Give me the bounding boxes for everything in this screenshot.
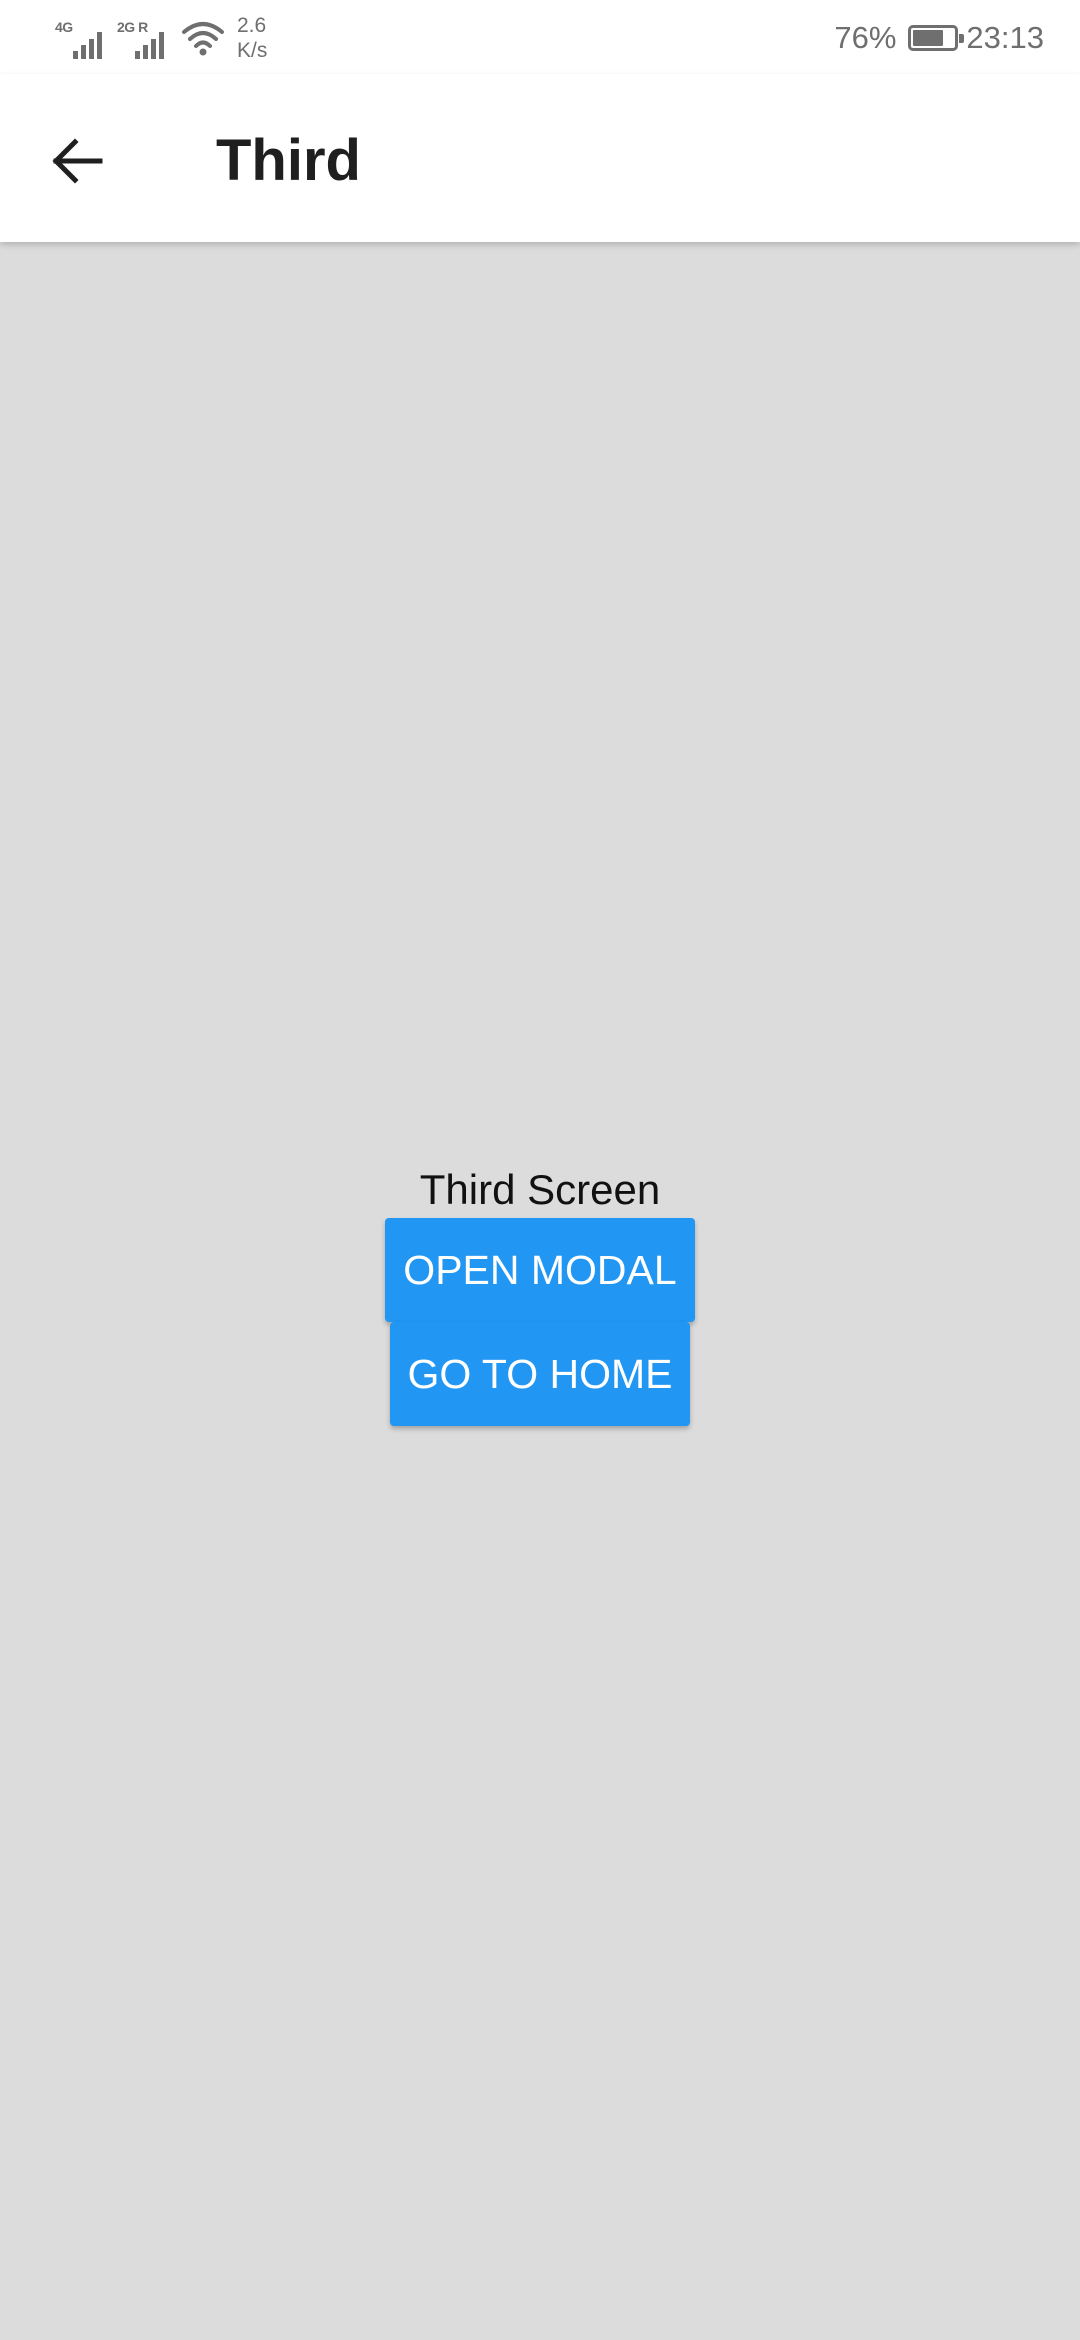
network-speed-value: 2.6 <box>237 14 267 37</box>
status-bar-left: 4G 2G R 2.6 K/s <box>55 10 267 66</box>
network-speed: 2.6 K/s <box>237 13 267 63</box>
screen-content: Third Screen OPEN MODAL GO TO HOME <box>0 242 1080 2340</box>
center-block: Third Screen OPEN MODAL GO TO HOME <box>0 1164 1080 1426</box>
page-title: Third <box>216 128 361 193</box>
cellular-signal-icon: 4G <box>55 15 109 61</box>
network-type-label: 4G <box>55 19 73 35</box>
clock-time: 23:13 <box>966 20 1044 55</box>
network-speed-unit: K/s <box>237 39 268 62</box>
status-bar-right: 76% 23:13 <box>834 14 1044 62</box>
go-to-home-button[interactable]: GO TO HOME <box>390 1322 690 1426</box>
wifi-icon <box>182 22 224 56</box>
back-button[interactable] <box>36 119 120 203</box>
cellular-signal-icon: 2G R <box>117 15 171 61</box>
battery-percent: 76% <box>834 20 897 55</box>
battery-level-fill <box>913 30 944 46</box>
arrow-left-icon <box>52 138 103 184</box>
open-modal-button[interactable]: OPEN MODAL <box>385 1218 695 1322</box>
status-bar: 4G 2G R 2.6 K/s 76% 23:13 <box>0 0 1080 74</box>
app-bar: Third <box>0 74 1080 242</box>
screen-label: Third Screen <box>419 1166 661 1213</box>
battery-icon <box>908 25 965 51</box>
